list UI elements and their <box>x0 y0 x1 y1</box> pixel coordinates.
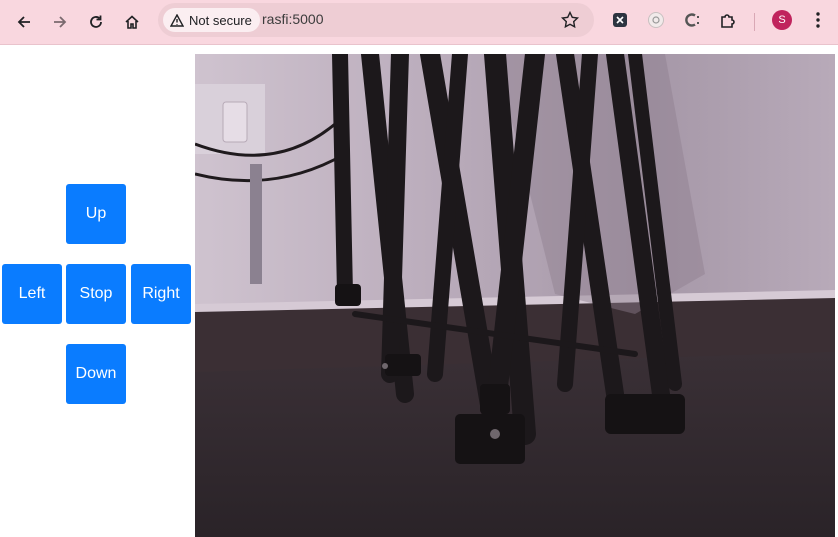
warning-triangle-icon <box>170 13 184 27</box>
reload-icon <box>90 15 102 28</box>
left-button[interactable]: Left <box>2 264 62 324</box>
extension-circle-button[interactable] <box>645 9 667 31</box>
arrow-left-icon <box>17 16 30 28</box>
stop-button[interactable]: Stop <box>66 264 126 324</box>
extension-c-button[interactable] <box>681 9 703 31</box>
reload-button[interactable] <box>82 8 110 36</box>
home-icon <box>125 15 139 29</box>
kebab-menu-icon <box>816 12 820 28</box>
browser-toolbar: Not secure rasfi:5000 S <box>0 0 838 45</box>
home-button[interactable] <box>118 8 146 36</box>
bookmark-star-icon[interactable] <box>560 10 580 30</box>
c-extension-icon <box>685 13 699 27</box>
camera-feed-image <box>195 54 835 537</box>
down-button[interactable]: Down <box>66 344 126 404</box>
security-indicator[interactable]: Not secure <box>163 8 260 32</box>
extensions-menu-button[interactable] <box>717 9 739 31</box>
puzzle-icon <box>721 14 735 28</box>
x-extension-icon <box>613 13 627 27</box>
up-button[interactable]: Up <box>66 184 126 244</box>
toolbar-divider <box>754 13 755 31</box>
back-button[interactable] <box>10 8 38 36</box>
browser-menu-button[interactable] <box>807 9 829 31</box>
extension-x-button[interactable] <box>609 9 631 31</box>
right-button[interactable]: Right <box>131 264 191 324</box>
profile-avatar[interactable]: S <box>772 10 792 30</box>
camera-feed <box>195 54 835 537</box>
circle-extension-icon <box>648 12 664 28</box>
url-text[interactable]: rasfi:5000 <box>262 11 323 27</box>
forward-button[interactable] <box>46 8 74 36</box>
security-label: Not secure <box>189 12 252 28</box>
profile-initial: S <box>778 14 786 26</box>
arrow-right-icon <box>54 16 67 28</box>
address-bar[interactable]: Not secure rasfi:5000 <box>158 3 594 37</box>
page-content: Up Left Stop Right Down <box>0 45 838 537</box>
